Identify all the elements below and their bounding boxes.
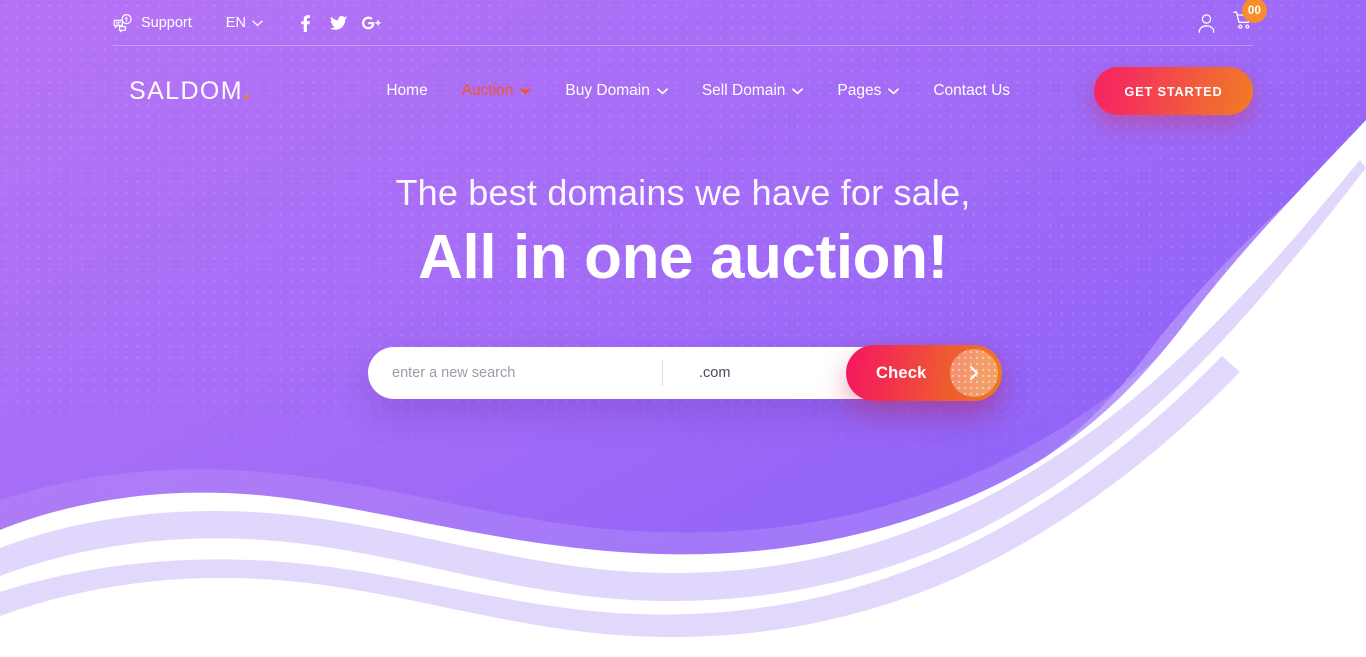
nav-label: Auction [461,82,514,99]
logo-dot: . [242,76,252,105]
user-icon[interactable] [1198,13,1215,33]
social-links [289,10,388,36]
main-navbar: SALDOM. Home Auction Buy Domain Sell Dom… [0,46,1366,136]
language-selector[interactable]: EN [226,15,263,31]
nav-label: Contact Us [933,82,1011,99]
cart-button[interactable]: 00 [1233,0,1267,35]
nav-item-buy-domain[interactable]: Buy Domain [548,82,684,100]
nav-item-sell-domain[interactable]: Sell Domain [685,82,821,100]
chevron-down-icon [520,82,532,100]
nav-label: Home [386,82,428,99]
primary-navigation: Home Auction Buy Domain Sell Domain Page… [369,82,1027,100]
hero-title: All in one auction! [418,223,948,292]
domain-search-bar: .com Check [368,345,1002,401]
nav-label: Sell Domain [701,82,786,99]
search-input[interactable] [392,348,654,398]
site-logo[interactable]: SALDOM. [129,77,251,106]
hero-section: Support EN 00 SALDOM . Home Auction Buy … [0,0,1366,657]
chevron-right-icon [950,349,998,397]
chevron-down-icon [252,15,263,31]
facebook-icon[interactable] [289,10,322,36]
nav-label: Pages [837,82,882,99]
hero-subtitle: The best domains we have for sale, [395,172,971,213]
language-label: EN [225,15,246,31]
nav-item-auction[interactable]: Auction [445,82,549,100]
nav-item-pages[interactable]: Pages [820,82,916,100]
check-domain-button[interactable]: Check [846,345,1002,401]
cart-count-badge: 00 [1242,0,1267,23]
top-utility-bar: Support EN 00 [0,0,1366,46]
check-button-label: Check [876,363,927,382]
google-plus-icon[interactable] [355,10,388,36]
search-divider [662,360,663,386]
support-link[interactable]: Support [113,13,192,33]
get-started-button[interactable]: GET STARTED [1094,67,1253,115]
tld-selected-label: .com [699,365,731,381]
hero-copy: The best domains we have for sale, All i… [0,170,1366,292]
support-label: Support [141,15,192,31]
chevron-down-icon [792,82,804,100]
chat-question-icon [113,13,133,33]
nav-item-contact-us[interactable]: Contact Us [916,82,1027,100]
chevron-down-icon [888,82,900,100]
nav-label: Buy Domain [565,82,650,99]
twitter-icon[interactable] [322,10,355,36]
chevron-down-icon [656,82,668,100]
logo-text: SALDOM [129,76,243,105]
nav-item-home[interactable]: Home [369,82,444,100]
